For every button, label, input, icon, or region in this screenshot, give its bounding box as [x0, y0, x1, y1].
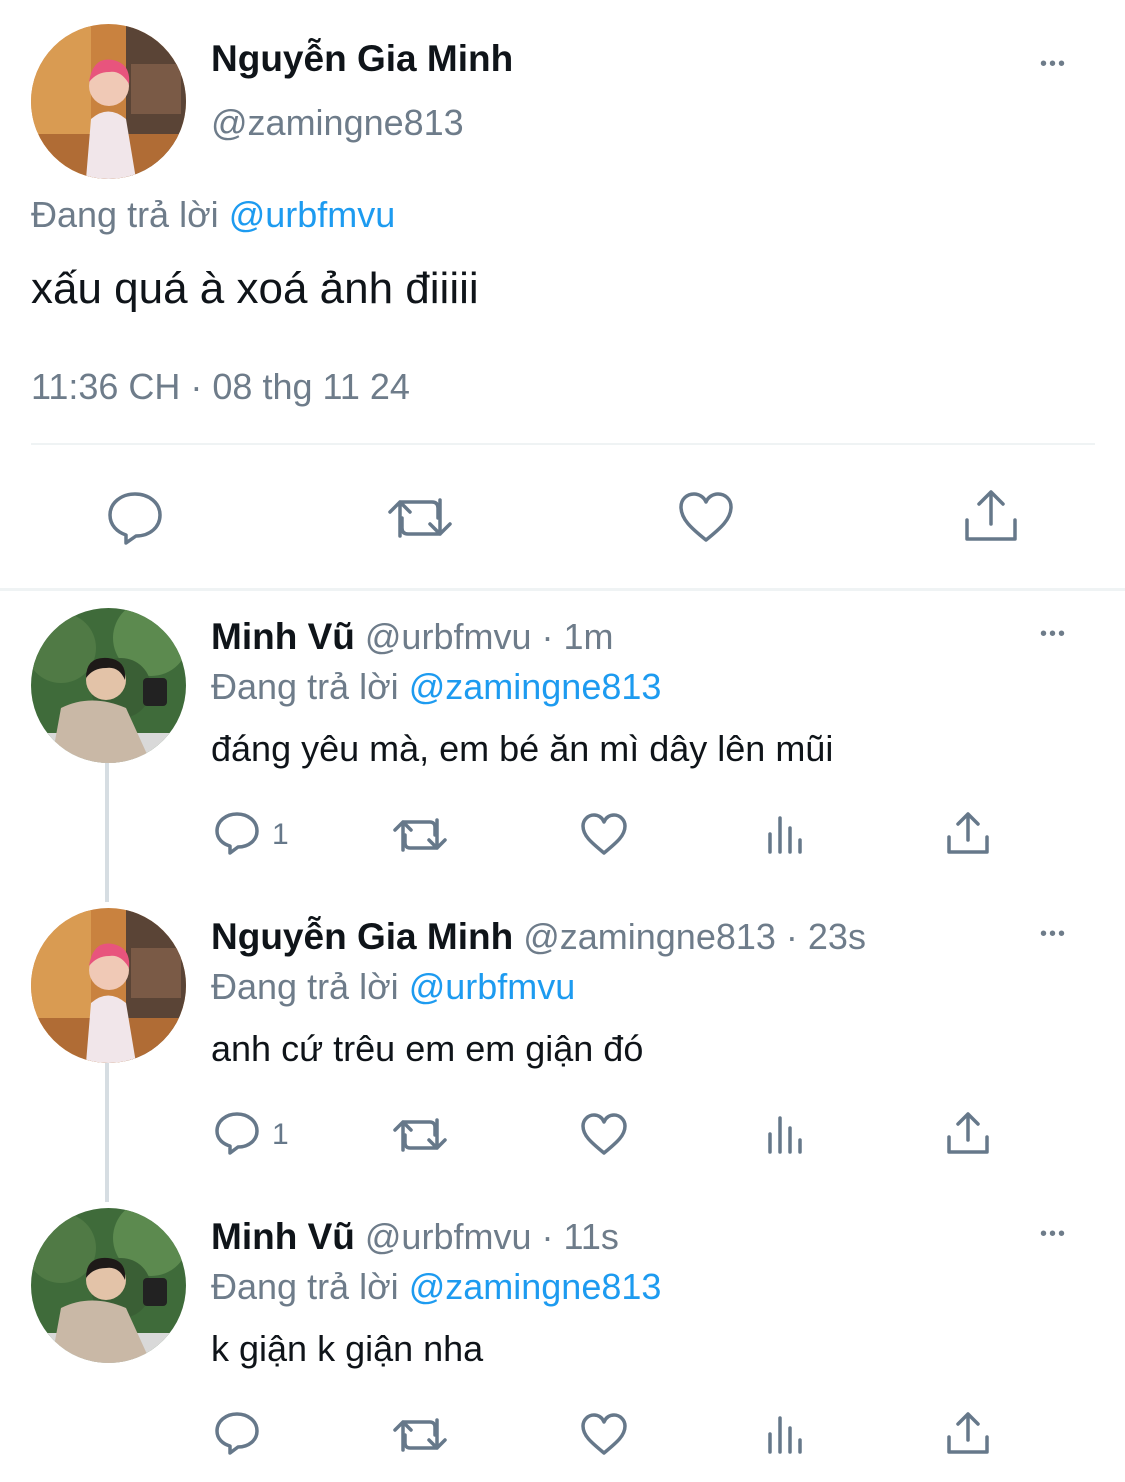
- reply-count: 1: [272, 818, 289, 851]
- reply-time[interactable]: · 11s: [542, 1216, 619, 1257]
- retweet-icon[interactable]: [392, 1114, 448, 1156]
- reply-context: Đang trả lời @urbfmvu: [211, 966, 575, 1008]
- like-icon[interactable]: [677, 490, 735, 544]
- retweet-icon[interactable]: [386, 492, 454, 544]
- reply-to-link[interactable]: @urbfmvu: [409, 966, 576, 1007]
- more-options-button[interactable]: •••: [1040, 1224, 1067, 1244]
- reply-prefix: Đang trả lời: [211, 1266, 399, 1307]
- author-name[interactable]: Minh Vũ: [211, 1216, 355, 1257]
- reply-to-link[interactable]: @urbfmvu: [229, 194, 396, 235]
- reply-icon[interactable]: [214, 810, 260, 856]
- avatar[interactable]: [31, 608, 186, 763]
- reply-prefix: Đang trả lời: [211, 666, 399, 707]
- more-options-button[interactable]: •••: [1040, 624, 1067, 644]
- reply-to-link[interactable]: @zamingne813: [409, 1266, 662, 1307]
- reply-context: Đang trả lời @zamingne813: [211, 1266, 661, 1308]
- share-icon[interactable]: [946, 1410, 990, 1456]
- author-name[interactable]: Nguyễn Gia Minh: [211, 38, 513, 80]
- reply-to-link[interactable]: @zamingne813: [409, 666, 662, 707]
- reply-header: Nguyễn Gia Minh @zamingne813 · 23s: [211, 916, 866, 958]
- like-icon[interactable]: [580, 812, 628, 856]
- more-options-button[interactable]: •••: [1040, 924, 1067, 944]
- share-icon[interactable]: [946, 810, 990, 856]
- author-handle[interactable]: @zamingne813: [523, 916, 776, 957]
- reply-header: Minh Vũ @urbfmvu · 1m: [211, 616, 614, 658]
- avatar[interactable]: [31, 24, 186, 179]
- reply-icon[interactable]: [214, 1110, 260, 1156]
- share-icon[interactable]: [946, 1110, 990, 1156]
- divider: [31, 443, 1095, 445]
- author-handle[interactable]: @urbfmvu: [365, 1216, 532, 1257]
- reply-prefix: Đang trả lời: [211, 966, 399, 1007]
- reply-icon[interactable]: [214, 1410, 260, 1456]
- reply-count: 1: [272, 1118, 289, 1151]
- like-icon[interactable]: [580, 1412, 628, 1456]
- like-icon[interactable]: [580, 1112, 628, 1156]
- avatar[interactable]: [31, 908, 186, 1063]
- author-name[interactable]: Minh Vũ: [211, 616, 355, 657]
- reply-text: k giận k giận nha: [211, 1328, 484, 1369]
- tweet-timestamp[interactable]: 11:36 CH · 08 thg 11 24: [31, 366, 410, 408]
- thread-line: [105, 1062, 109, 1202]
- reply-time[interactable]: · 23s: [786, 916, 866, 957]
- thread-line: [105, 762, 109, 902]
- retweet-icon[interactable]: [392, 1414, 448, 1456]
- author-handle[interactable]: @urbfmvu: [365, 616, 532, 657]
- analytics-icon[interactable]: [766, 812, 806, 854]
- more-options-button[interactable]: •••: [1040, 54, 1067, 74]
- reply-text: đáng yêu mà, em bé ăn mì dây lên mũi: [211, 728, 834, 769]
- author-handle[interactable]: @zamingne813: [211, 102, 464, 144]
- section-divider: [0, 588, 1125, 591]
- retweet-icon[interactable]: [392, 814, 448, 856]
- reply-context: Đang trả lời @zamingne813: [211, 666, 661, 708]
- analytics-icon[interactable]: [766, 1112, 806, 1154]
- reply-header: Minh Vũ @urbfmvu · 11s: [211, 1216, 619, 1258]
- reply-context: Đang trả lời @urbfmvu: [31, 194, 395, 236]
- avatar[interactable]: [31, 1208, 186, 1363]
- author-name[interactable]: Nguyễn Gia Minh: [211, 916, 513, 957]
- reply-text: anh cứ trêu em em giận đó: [211, 1028, 644, 1069]
- reply-prefix: Đang trả lời: [31, 194, 219, 235]
- reply-icon[interactable]: [106, 488, 164, 546]
- reply-time[interactable]: · 1m: [542, 616, 614, 657]
- tweet-text: xấu quá à xoá ảnh điiiii: [31, 264, 479, 313]
- share-icon[interactable]: [962, 488, 1020, 544]
- analytics-icon[interactable]: [766, 1412, 806, 1454]
